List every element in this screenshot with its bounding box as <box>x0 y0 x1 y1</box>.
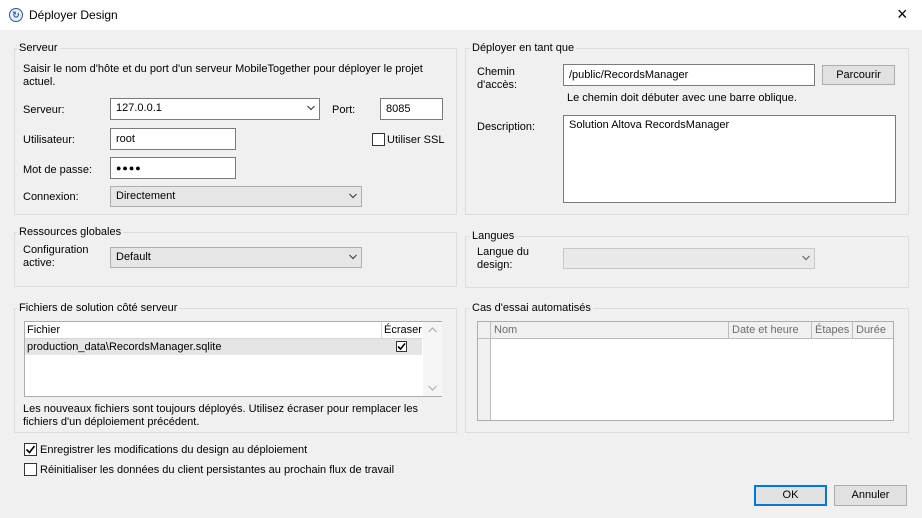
col-steps-header[interactable]: Étapes <box>812 322 853 339</box>
server-group-label: Serveur <box>17 42 60 54</box>
window-title: Déployer Design <box>29 8 118 22</box>
title-bar <box>0 0 922 30</box>
design-lang-combo[interactable] <box>563 248 815 269</box>
vertical-scrollbar[interactable] <box>423 322 442 396</box>
description-label: Description: <box>477 121 536 133</box>
save-changes-checkbox[interactable] <box>24 443 37 456</box>
port-label: Port: <box>332 104 356 116</box>
reset-data-checkbox[interactable] <box>24 463 37 476</box>
ssl-label: Utiliser SSL <box>387 134 445 146</box>
close-icon[interactable]: × <box>897 4 908 25</box>
global-resources-group-label: Ressources globales <box>17 226 124 238</box>
description-textarea[interactable]: Solution Altova RecordsManager <box>563 115 896 203</box>
password-label: Mot de passe: <box>23 164 93 176</box>
server-value: 127.0.0.1 <box>116 102 162 114</box>
design-lang-label: Langue du design: <box>477 246 529 271</box>
col-duration-header[interactable]: Durée <box>853 322 893 339</box>
test-cases-group-label: Cas d'essai automatisés <box>470 302 593 314</box>
config-combo[interactable]: Default <box>110 247 362 268</box>
browse-button[interactable]: Parcourir <box>822 65 895 85</box>
deploy-as-group-label: Déployer en tant que <box>470 42 577 54</box>
port-input[interactable]: 8085 <box>380 98 443 120</box>
path-label: Chemin d'accès: <box>477 66 518 91</box>
test-cases-header: Nom Date et heure Étapes Durée <box>478 322 893 339</box>
col-file-header[interactable]: Fichier <box>27 324 60 336</box>
file-cell: production_data\RecordsManager.sqlite <box>27 341 222 353</box>
ssl-checkbox[interactable] <box>372 133 385 146</box>
scroll-down-icon[interactable] <box>428 385 437 391</box>
server-label: Serveur: <box>23 104 65 116</box>
cancel-button[interactable]: Annuler <box>834 485 907 506</box>
connection-value: Directement <box>116 190 176 202</box>
checkmark-icon <box>397 342 406 351</box>
col-name-header[interactable]: Nom <box>491 322 729 339</box>
config-value: Default <box>116 251 151 263</box>
deploy-icon: ↻ <box>9 8 23 22</box>
password-input[interactable]: ●●●● <box>110 157 236 179</box>
server-files-group-label: Fichiers de solution côté serveur <box>17 302 180 314</box>
connection-label: Connexion: <box>23 191 79 203</box>
save-changes-label: Enregistrer les modifications du design … <box>40 444 308 456</box>
chevron-down-icon <box>802 255 810 263</box>
languages-group-label: Langues <box>470 230 517 242</box>
config-label: Configuration active: <box>23 244 89 269</box>
chevron-down-icon <box>307 105 315 113</box>
connection-combo[interactable]: Directement <box>110 186 362 207</box>
ok-button[interactable]: OK <box>754 485 827 506</box>
checkmark-icon <box>25 445 36 454</box>
server-files-header: Fichier Écraser <box>25 322 422 339</box>
path-hint: Le chemin doit débuter avec une barre ob… <box>567 92 797 104</box>
table-row[interactable]: production_data\RecordsManager.sqlite <box>25 339 422 355</box>
chevron-down-icon <box>349 193 357 201</box>
path-input[interactable]: /public/RecordsManager <box>563 64 815 86</box>
chevron-down-icon <box>349 254 357 262</box>
col-datetime-header[interactable]: Date et heure <box>729 322 812 339</box>
server-files-list[interactable]: Fichier Écraser production_data\RecordsM… <box>24 321 442 397</box>
reset-data-label: Réinitialiser les données du client pers… <box>40 464 395 476</box>
test-cases-grid[interactable]: Nom Date et heure Étapes Durée <box>477 321 894 421</box>
col-overwrite-header[interactable]: Écraser <box>384 324 422 336</box>
server-files-note: Les nouveaux fichiers sont toujours dépl… <box>23 403 418 428</box>
server-combo[interactable]: 127.0.0.1 <box>110 98 320 120</box>
scroll-up-icon[interactable] <box>428 327 437 333</box>
overwrite-checkbox[interactable] <box>396 341 407 352</box>
user-label: Utilisateur: <box>23 134 75 146</box>
row-selector-column <box>478 339 491 420</box>
row-selector-header <box>478 322 491 339</box>
column-divider <box>381 322 382 339</box>
server-description: Saisir le nom d'hôte et du port d'un ser… <box>23 63 423 88</box>
user-input[interactable]: root <box>110 128 236 150</box>
